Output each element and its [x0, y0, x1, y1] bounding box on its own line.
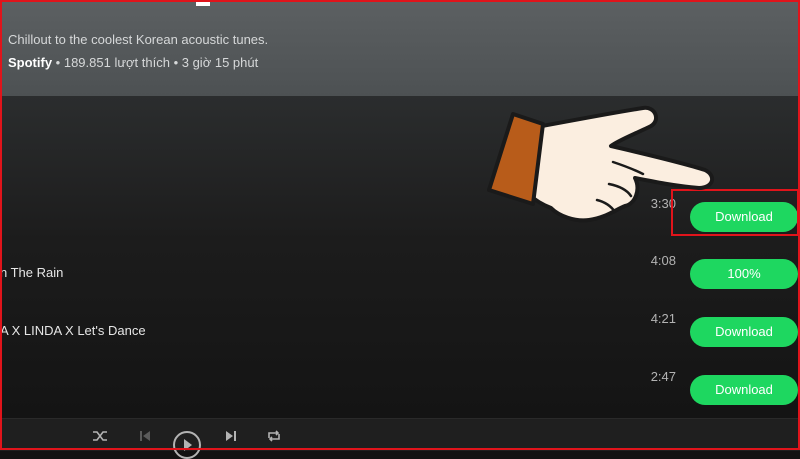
track-title: A X LINDA X Let's Dance: [0, 323, 146, 338]
track-row[interactable]: n The Rain 4:08 100%: [0, 253, 800, 309]
repeat-icon[interactable]: [266, 429, 282, 446]
playlist-description: Chillout to the coolest Korean acoustic …: [8, 32, 269, 47]
player-bar: [0, 418, 800, 459]
track-duration: 4:21: [650, 311, 676, 326]
next-icon[interactable]: [224, 429, 238, 446]
shuffle-icon[interactable]: [92, 429, 108, 446]
track-duration: 4:08: [650, 253, 676, 268]
playlist-meta: Spotify • 189.851 lượt thích • 3 giờ 15 …: [8, 55, 258, 70]
previous-icon[interactable]: [138, 429, 152, 446]
play-button[interactable]: [173, 431, 201, 459]
track-duration: 2:47: [650, 369, 676, 384]
playlist-header: Chillout to the coolest Korean acoustic …: [0, 0, 800, 96]
pointing-hand-icon: [487, 105, 715, 223]
playlist-stats: • 189.851 lượt thích • 3 giờ 15 phút: [52, 55, 259, 70]
playlist-owner-link[interactable]: Spotify: [8, 55, 52, 70]
download-button[interactable]: Download: [690, 375, 798, 405]
download-progress-button[interactable]: 100%: [690, 259, 798, 289]
track-title: n The Rain: [0, 265, 64, 280]
playlist-title-fragment: [196, 0, 210, 6]
download-button[interactable]: Download: [690, 317, 798, 347]
track-row[interactable]: A X LINDA X Let's Dance 4:21 Download: [0, 311, 800, 367]
